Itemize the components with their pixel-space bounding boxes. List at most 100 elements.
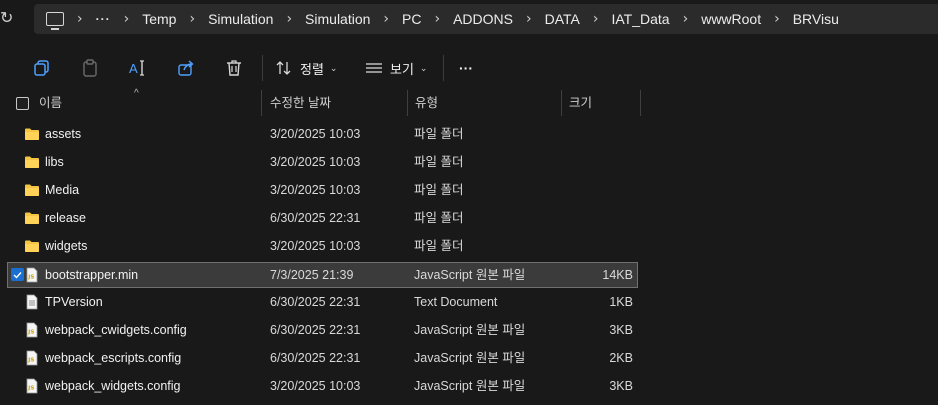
column-divider[interactable] [640, 90, 641, 116]
file-date: 7/3/2025 21:39 [270, 268, 354, 282]
js-file-icon: JS [24, 350, 40, 366]
file-name: webpack_escripts.config [45, 351, 182, 365]
file-date: 6/30/2025 22:31 [270, 211, 361, 225]
folder-icon [24, 238, 40, 254]
sort-button[interactable]: 정렬 ⌄ [276, 58, 337, 78]
file-row[interactable]: JS webpack_escripts.config 6/30/2025 22:31… [8, 346, 637, 370]
chevron-down-icon: ⌄ [329, 62, 338, 73]
toolbar-divider [262, 55, 263, 81]
file-row[interactable]: TPVersion 6/30/2025 22:31 Text Document 1KB [8, 290, 637, 314]
file-date: 6/30/2025 22:31 [270, 323, 361, 337]
this-pc-icon[interactable] [46, 12, 64, 30]
file-type: 파일 폴더 [414, 183, 464, 197]
folder-icon [24, 182, 40, 198]
column-size[interactable]: 크기 [569, 90, 592, 116]
file-date: 3/20/2025 10:03 [270, 155, 361, 169]
file-row[interactable]: JS webpack_cwidgets.config 6/30/2025 22:31… [8, 318, 637, 342]
sort-ascending-icon: ^ [134, 88, 139, 99]
folder-row[interactable]: libs 3/20/2025 10:03 파일 폴더 [8, 150, 637, 174]
file-type: 파일 폴더 [414, 239, 464, 253]
file-date: 6/30/2025 22:31 [270, 295, 361, 309]
share-icon[interactable] [176, 58, 196, 78]
sort-label: 정렬 [300, 61, 324, 77]
chevron-right-icon[interactable]: › [434, 11, 440, 27]
breadcrumb-item[interactable]: BRVisu [793, 11, 839, 27]
breadcrumb-item[interactable]: ADDONS [453, 11, 513, 27]
chevron-right-icon[interactable]: › [593, 11, 599, 27]
breadcrumb-item[interactable]: DATA [545, 11, 580, 27]
chevron-right-icon[interactable]: › [77, 11, 83, 27]
column-name[interactable]: 이름 [39, 90, 62, 116]
breadcrumb-more-button[interactable]: ··· [96, 12, 111, 26]
more-options-button[interactable]: ··· [459, 58, 473, 78]
view-label: 보기 [390, 61, 414, 77]
chevron-right-icon[interactable]: › [383, 11, 389, 27]
svg-text:JS: JS [27, 275, 34, 281]
delete-icon[interactable] [224, 58, 244, 78]
breadcrumb[interactable]: › ··· › Temp › Simulation › Simulation › PC › ADD… [34, 4, 938, 34]
file-name: release [45, 211, 86, 225]
file-row[interactable]: JS bootstrapper.min 7/3/2025 21:39 JavaScri… [7, 262, 638, 288]
view-button[interactable]: 보기 ⌄ [366, 58, 427, 78]
svg-text:JS: JS [27, 386, 34, 392]
folder-icon [24, 210, 40, 226]
chevron-right-icon[interactable]: › [124, 11, 130, 27]
chevron-right-icon[interactable]: › [189, 11, 195, 27]
folder-row[interactable]: assets 3/20/2025 10:03 파일 폴더 [8, 122, 637, 146]
file-name: webpack_cwidgets.config [45, 323, 187, 337]
chevron-right-icon[interactable]: › [526, 11, 532, 27]
view-list-icon [366, 63, 382, 73]
svg-text:JS: JS [27, 330, 34, 336]
file-size: 14KB [602, 268, 633, 282]
row-checkbox-checked-icon[interactable] [11, 268, 24, 281]
column-date[interactable]: 수정한 날짜 [270, 90, 331, 116]
folder-row[interactable]: widgets 3/20/2025 10:03 파일 폴더 [8, 234, 637, 258]
file-name: Media [45, 183, 80, 197]
folder-row[interactable]: release 6/30/2025 22:31 파일 폴더 [8, 206, 637, 230]
breadcrumb-item[interactable]: wwwRoot [701, 11, 761, 27]
svg-text:JS: JS [27, 358, 34, 364]
file-size: 3KB [609, 379, 633, 393]
breadcrumb-item[interactable]: Simulation [208, 11, 273, 27]
file-name: widgets [45, 239, 88, 253]
rename-icon[interactable]: A [128, 58, 148, 78]
file-date: 6/30/2025 22:31 [270, 351, 361, 365]
copy-icon[interactable] [32, 58, 52, 78]
folder-icon [24, 154, 40, 170]
select-all-checkbox[interactable] [16, 97, 29, 110]
column-type[interactable]: 유형 [415, 90, 438, 116]
chevron-right-icon[interactable]: › [774, 11, 780, 27]
breadcrumb-item[interactable]: Temp [142, 11, 176, 27]
chevron-right-icon[interactable]: › [286, 11, 292, 27]
refresh-icon[interactable]: ↻ [0, 9, 12, 29]
folder-row[interactable]: Media 3/20/2025 10:03 파일 폴더 [8, 178, 637, 202]
file-type: JavaScript 원본 파일 [414, 323, 526, 337]
text-file-icon [24, 294, 40, 310]
column-divider[interactable] [561, 90, 562, 116]
js-file-icon: JS [24, 267, 40, 283]
address-bar: ↻ › ··· › Temp › Simulation › Simulation › PC › A… [0, 0, 938, 38]
file-type: JavaScript 원본 파일 [414, 351, 526, 365]
toolbar-divider [443, 55, 444, 81]
file-name: webpack_widgets.config [45, 379, 181, 393]
file-date: 3/20/2025 10:03 [270, 379, 361, 393]
svg-text:A: A [129, 61, 138, 76]
file-row[interactable]: JS webpack_widgets.config 3/20/2025 10:03 J… [8, 374, 637, 398]
column-divider[interactable] [407, 90, 408, 116]
paste-icon[interactable] [80, 58, 100, 78]
file-date: 3/20/2025 10:03 [270, 239, 361, 253]
column-divider[interactable] [261, 90, 262, 116]
file-name: assets [45, 127, 82, 141]
command-bar: A 정렬 ⌄ 보기 ⌄ ··· [0, 38, 938, 90]
js-file-icon: JS [24, 322, 40, 338]
breadcrumb-item[interactable]: PC [402, 11, 421, 27]
file-type: JavaScript 원본 파일 [414, 268, 526, 282]
file-name: bootstrapper.min [45, 268, 139, 282]
file-size: 3KB [609, 323, 633, 337]
file-type: 파일 폴더 [414, 211, 464, 225]
file-name: TPVersion [45, 295, 103, 309]
chevron-right-icon[interactable]: › [683, 11, 689, 27]
breadcrumb-item[interactable]: IAT_Data [611, 11, 669, 27]
new-icon[interactable] [0, 58, 2, 78]
breadcrumb-item[interactable]: Simulation [305, 11, 370, 27]
